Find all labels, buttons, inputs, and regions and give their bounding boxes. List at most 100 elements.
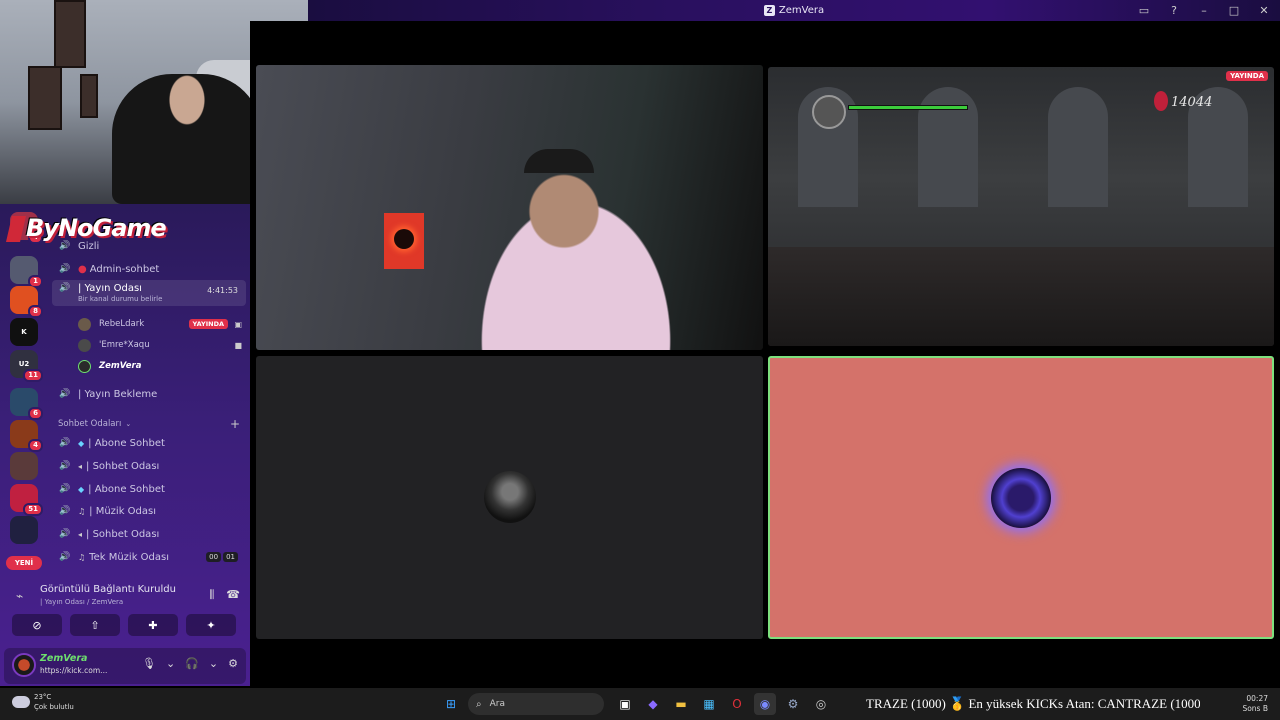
music-icon: ♫ <box>78 506 86 516</box>
chevron-down-icon[interactable]: ⌄ <box>209 657 218 670</box>
server-icon[interactable]: K <box>10 318 38 346</box>
voice-status[interactable]: Görüntülü Bağlantı Kuruldu <box>40 584 176 595</box>
temperature: 23°C <box>34 693 52 701</box>
category-chat-rooms[interactable]: Sohbet Odaları ⌄ + <box>58 415 246 433</box>
inbox-icon[interactable]: ▭ <box>1136 4 1152 17</box>
wall-poster <box>54 0 86 68</box>
chevron-down-icon[interactable]: ⌄ <box>166 657 175 670</box>
speaker-icon: 🔊 <box>59 389 71 399</box>
live-badge: YAYINDA <box>1226 71 1268 81</box>
opera-icon[interactable]: O <box>726 693 748 715</box>
help-icon[interactable]: ? <box>1166 4 1182 17</box>
close-button[interactable]: ✕ <box>1256 4 1272 17</box>
music-icon: ♫ <box>78 552 86 562</box>
noise-suppression-icon[interactable]: ⫼ <box>209 588 214 602</box>
avatar <box>78 317 91 331</box>
stream-icon: ▣ <box>234 319 242 329</box>
camera-tile[interactable] <box>256 65 763 350</box>
gear-icon[interactable]: ⚙ <box>228 657 238 670</box>
channel-item[interactable]: 🔊 ◆ | Abone Sohbet <box>52 479 246 499</box>
steam-icon[interactable]: ⚙ <box>782 693 804 715</box>
participant-tile-speaking[interactable] <box>768 356 1274 639</box>
chevron-down-icon: ⌄ <box>125 420 132 428</box>
start-icon[interactable]: ⊞ <box>440 693 462 715</box>
maximize-button[interactable]: □ <box>1226 4 1242 17</box>
obs-icon[interactable]: ◎ <box>810 693 832 715</box>
game-health-bar <box>848 105 968 110</box>
soundboard-button[interactable]: ✦ <box>186 614 236 636</box>
folder-icon[interactable]: ▬ <box>670 693 692 715</box>
channel-item[interactable]: 🔊 ◂ | Sohbet Odası <box>52 524 246 544</box>
server-icon[interactable]: 6 <box>10 388 43 420</box>
weather-widget[interactable]: 23°C Çok bulutlu <box>12 692 74 712</box>
server-icon[interactable]: U2 11 <box>10 350 43 382</box>
weather-desc: Çok bulutlu <box>34 703 74 711</box>
new-messages-pill[interactable]: YENİ <box>6 556 42 570</box>
microphone-icon[interactable]: 🎙 <box>142 657 156 670</box>
channel-admin[interactable]: 🔊 ● Admin-sohbet <box>52 259 246 279</box>
channel-item[interactable]: 🔊 ◆ | Abone Sohbet <box>52 433 246 453</box>
voice-location[interactable]: | Yayın Odası / ZemVera <box>40 598 123 606</box>
server-icon[interactable]: 8 <box>10 286 43 318</box>
channel-waiting[interactable]: 🔊 | Yayın Bekleme <box>52 384 246 404</box>
user-name[interactable]: ZemVera <box>40 653 87 664</box>
participant-avatar <box>991 468 1051 528</box>
channel-stream-room[interactable]: 🔊 | Yayın Odası 4:41:53 Bir kanal durumu… <box>52 280 246 306</box>
voice-member[interactable]: RebeLdark YAYINDA ▣ <box>78 314 246 334</box>
channel-item[interactable]: 🔊 ◂ | Sohbet Odası <box>52 456 246 476</box>
server-icon[interactable]: 4 <box>10 420 43 452</box>
camera-icon: ■ <box>234 340 242 350</box>
disconnect-icon[interactable]: ☎ <box>226 588 240 602</box>
live-badge: YAYINDA <box>188 319 228 329</box>
user-count: 00 01 <box>206 552 238 562</box>
speaker-icon: 🔊 <box>59 484 71 494</box>
activities-button[interactable]: ✚ <box>128 614 178 636</box>
clock-time: 00:27 <box>1246 694 1268 703</box>
speaker-icon: 🔊 <box>59 264 71 274</box>
speaker-icon: 🔊 <box>59 529 71 539</box>
screen-share-button[interactable]: ⇧ <box>70 614 120 636</box>
avatar[interactable] <box>12 653 36 677</box>
channel-item[interactable]: 🔊 ♫ Tek Müzik Odası 00 01 <box>52 547 246 567</box>
search-icon: ⌕ <box>476 698 482 710</box>
speaker-icon: 🔊 <box>59 241 71 251</box>
add-channel-icon[interactable]: + <box>230 417 240 431</box>
server-icon[interactable] <box>10 516 38 544</box>
server-icon[interactable]: 1 <box>10 256 43 288</box>
voice-member[interactable]: 'Emre*Xaqu ■ <box>78 335 246 355</box>
discord-icon[interactable]: ◉ <box>754 693 776 715</box>
speaker-icon: 🔊 <box>59 461 71 471</box>
voice-connection-panel: ⌁ Görüntülü Bağlantı Kuruldu | Yayın Oda… <box>4 578 246 644</box>
headphones-icon[interactable]: 🎧 <box>185 657 199 670</box>
avatar <box>78 359 91 373</box>
voice-member-self[interactable]: ZemVera <box>78 356 246 376</box>
user-panel: ZemVera https://kick.com... 🎙 ⌄ 🎧 ⌄ ⚙ <box>4 648 246 684</box>
minimize-button[interactable]: – <box>1196 4 1212 17</box>
server-icon[interactable]: 51 <box>10 484 43 516</box>
red-lamp <box>384 213 424 269</box>
system-tray[interactable]: 00:27 Sons B <box>1200 688 1280 720</box>
diamond-icon: ◆ <box>78 438 85 448</box>
channel-item[interactable]: 🔊 ♫ | Müzik Odası <box>52 501 246 521</box>
wall-poster <box>80 74 98 118</box>
red-orb-icon <box>1154 91 1168 111</box>
user-status: https://kick.com... <box>40 666 108 675</box>
streamer <box>112 74 262 204</box>
signal-icon: ⌁ <box>16 589 24 603</box>
copilot-icon[interactable]: ◆ <box>642 693 664 715</box>
participant-avatar <box>484 471 536 523</box>
title-bar: Z ZemVera ▭ ? – □ ✕ <box>308 0 1280 21</box>
task-view-icon[interactable]: ▣ <box>614 693 636 715</box>
participant-tile[interactable] <box>256 356 763 639</box>
cloud-icon <box>12 696 30 708</box>
window-title: ZemVera <box>778 5 825 16</box>
screen-share-tile[interactable]: 14044 YAYINDA <box>768 67 1274 346</box>
server-icon[interactable] <box>10 452 38 480</box>
game-score: 14044 <box>1171 95 1213 110</box>
speaker-small-icon: ◂ <box>78 529 83 539</box>
clock-date: Sons B <box>1242 704 1268 713</box>
camera-off-button[interactable]: ⊘ <box>12 614 62 636</box>
search-input[interactable]: ⌕ Ara <box>468 693 604 715</box>
store-icon[interactable]: ▦ <box>698 693 720 715</box>
channel-status-prompt[interactable]: Bir kanal durumu belirle <box>78 295 162 303</box>
